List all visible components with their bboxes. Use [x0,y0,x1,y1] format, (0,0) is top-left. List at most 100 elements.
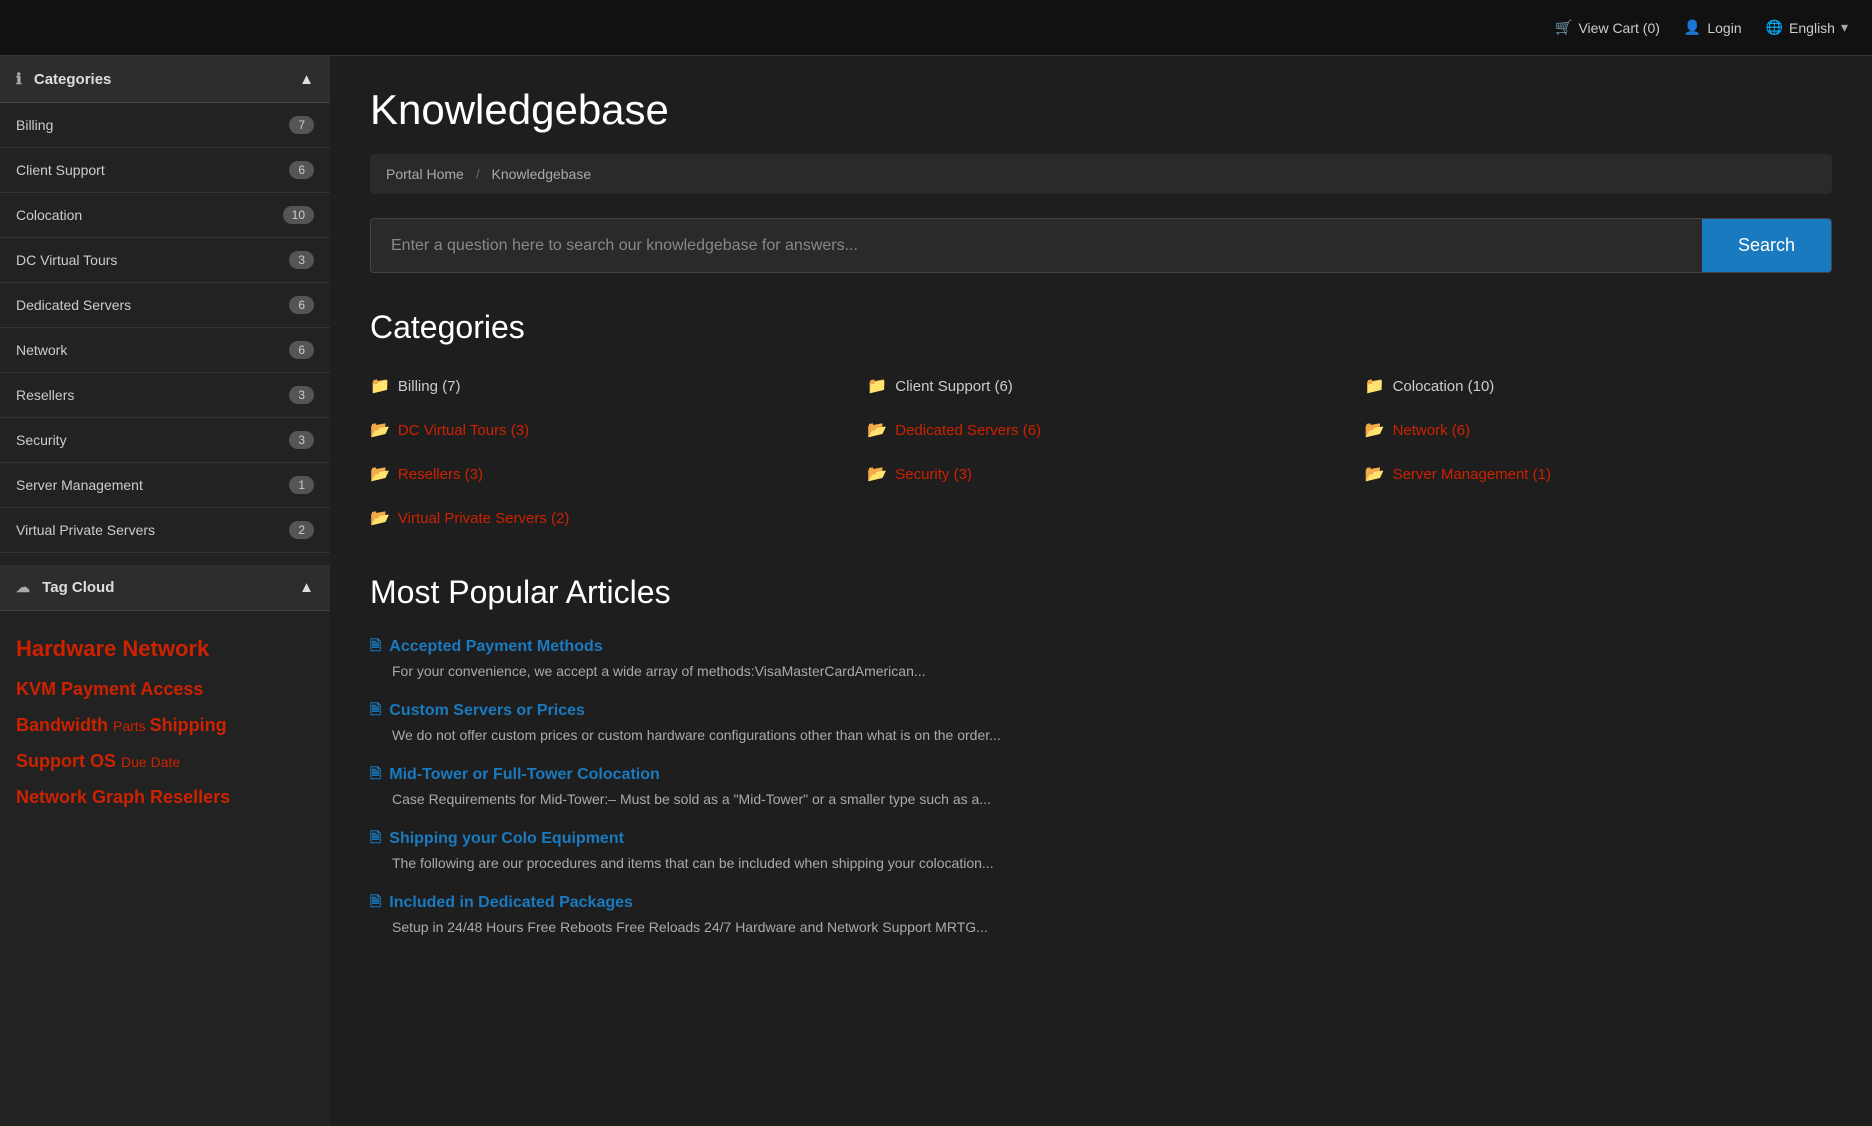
sidebar-item-network[interactable]: Network 6 [0,328,330,373]
folder-open-icon: 📂 [370,420,390,440]
tag-bandwidth[interactable]: Bandwidth [16,715,113,735]
sidebar-badge-client-support: 6 [289,161,314,179]
sidebar-item-billing[interactable]: Billing 7 [0,103,330,148]
language-selector[interactable]: 🌐 English ▾ [1766,19,1848,36]
sidebar-items-list: Billing 7 Client Support 6 Colocation 10… [0,103,330,553]
folder-icon: 📁 [370,376,390,396]
sidebar-item-label: Resellers [16,387,74,403]
sidebar-badge-billing: 7 [289,116,314,134]
category-client-support: 📁 Client Support (6) [867,370,1334,402]
folder-open-icon: 📂 [867,464,887,484]
folder-icon: 📁 [867,376,887,396]
article-title-link[interactable]: 🗎 Custom Servers or Prices [370,699,1832,723]
sidebar-item-dc-virtual-tours[interactable]: DC Virtual Tours 3 [0,238,330,283]
category-resellers[interactable]: 📂 Resellers (3) [370,458,837,490]
info-icon: ℹ [16,71,22,88]
top-navigation: 🛒 View Cart (0) 👤 Login 🌐 English ▾ [0,0,1872,56]
page-title: Knowledgebase [370,86,1832,134]
tag-graph[interactable]: Graph [92,787,150,807]
cloud-icon: ☁ [16,579,30,595]
category-vps[interactable]: 📂 Virtual Private Servers (2) [370,502,837,534]
article-shipping-colo: 🗎 Shipping your Colo Equipment The follo… [370,827,1832,871]
user-icon: 👤 [1684,19,1701,36]
sidebar-item-security[interactable]: Security 3 [0,418,330,463]
article-excerpt: Setup in 24/48 Hours Free Reboots Free R… [370,919,1832,935]
article-title-link[interactable]: 🗎 Included in Dedicated Packages [370,891,1832,915]
category-billing: 📁 Billing (7) [370,370,837,402]
folder-open-icon: 📂 [867,420,887,440]
tag-parts[interactable]: Parts [113,718,150,734]
article-title-link[interactable]: 🗎 Accepted Payment Methods [370,635,1832,659]
sidebar-item-virtual-private-servers[interactable]: Virtual Private Servers 2 [0,508,330,553]
sidebar-item-dedicated-servers[interactable]: Dedicated Servers 6 [0,283,330,328]
sidebar-badge-dc-virtual-tours: 3 [289,251,314,269]
cart-icon: 🛒 [1555,19,1572,36]
tag-cloud-content: Hardware Network KVM Payment Access Band… [0,611,330,831]
sidebar-item-server-management[interactable]: Server Management 1 [0,463,330,508]
article-mid-tower: 🗎 Mid-Tower or Full-Tower Colocation Cas… [370,763,1832,807]
popular-section-title: Most Popular Articles [370,574,1832,611]
sidebar-badge-resellers: 3 [289,386,314,404]
chevron-down-icon: ▾ [1841,19,1848,36]
tag-kvm[interactable]: KVM [16,679,61,699]
sidebar-item-resellers[interactable]: Resellers 3 [0,373,330,418]
tag-os[interactable]: OS [90,751,121,771]
sidebar-item-label: Client Support [16,162,105,178]
breadcrumb-home-link[interactable]: Portal Home [386,166,464,182]
category-dc-virtual-tours[interactable]: 📂 DC Virtual Tours (3) [370,414,837,446]
folder-icon: 📁 [1365,376,1385,396]
tag-support[interactable]: Support [16,751,90,771]
breadcrumb-current: Knowledgebase [491,166,591,182]
tag-network2[interactable]: Network [16,787,92,807]
sidebar-badge-server-management: 1 [289,476,314,494]
tag-hardware[interactable]: Hardware [16,636,122,661]
tag-access[interactable]: Access [140,679,203,699]
article-title-link[interactable]: 🗎 Mid-Tower or Full-Tower Colocation [370,763,1832,787]
sidebar-item-label: DC Virtual Tours [16,252,117,268]
sidebar-item-label: Colocation [16,207,82,223]
document-icon: 🗎 [370,635,381,659]
article-excerpt: We do not offer custom prices or custom … [370,727,1832,743]
category-colocation: 📁 Colocation (10) [1365,370,1832,402]
sidebar-badge-colocation: 10 [283,206,314,224]
sidebar-badge-security: 3 [289,431,314,449]
sidebar-item-label: Network [16,342,67,358]
tag-shipping[interactable]: Shipping [150,715,227,735]
chevron-up-icon-tagcloud: ▲ [299,579,314,596]
folder-open-icon: 📂 [1365,464,1385,484]
document-icon: 🗎 [370,699,381,723]
sidebar-item-colocation[interactable]: Colocation 10 [0,193,330,238]
tag-due[interactable]: Due [121,754,151,770]
category-server-management[interactable]: 📂 Server Management (1) [1365,458,1832,490]
category-security[interactable]: 📂 Security (3) [867,458,1334,490]
sidebar-item-client-support[interactable]: Client Support 6 [0,148,330,193]
category-network[interactable]: 📂 Network (6) [1365,414,1832,446]
search-input[interactable] [371,219,1702,272]
breadcrumb: Portal Home / Knowledgebase [370,154,1832,194]
tag-cloud-header: ☁ Tag Cloud ▲ [0,565,330,611]
tag-date[interactable]: Date [151,754,181,770]
login-button[interactable]: 👤 Login [1684,19,1742,36]
tag-payment[interactable]: Payment [61,679,140,699]
sidebar-item-label: Security [16,432,67,448]
categories-section-title: Categories [370,309,1832,346]
search-button[interactable]: Search [1702,219,1831,272]
article-title-link[interactable]: 🗎 Shipping your Colo Equipment [370,827,1832,851]
article-excerpt: For your convenience, we accept a wide a… [370,663,1832,679]
search-bar: Search [370,218,1832,273]
sidebar-item-label: Billing [16,117,53,133]
sidebar-item-label: Server Management [16,477,143,493]
view-cart-button[interactable]: 🛒 View Cart (0) [1555,19,1660,36]
tag-network[interactable]: Network [122,636,209,661]
article-accepted-payment-methods: 🗎 Accepted Payment Methods For your conv… [370,635,1832,679]
sidebar-badge-vps: 2 [289,521,314,539]
article-excerpt: Case Requirements for Mid-Tower:– Must b… [370,791,1832,807]
sidebar-badge-network: 6 [289,341,314,359]
article-custom-servers: 🗎 Custom Servers or Prices We do not off… [370,699,1832,743]
folder-open-icon: 📂 [370,508,390,528]
sidebar-categories-header: ℹ Categories ▲ [0,56,330,103]
tag-cloud-section: ☁ Tag Cloud ▲ Hardware Network KVM Payme… [0,565,330,831]
category-dedicated-servers[interactable]: 📂 Dedicated Servers (6) [867,414,1334,446]
document-icon: 🗎 [370,763,381,787]
tag-resellers[interactable]: Resellers [150,787,230,807]
